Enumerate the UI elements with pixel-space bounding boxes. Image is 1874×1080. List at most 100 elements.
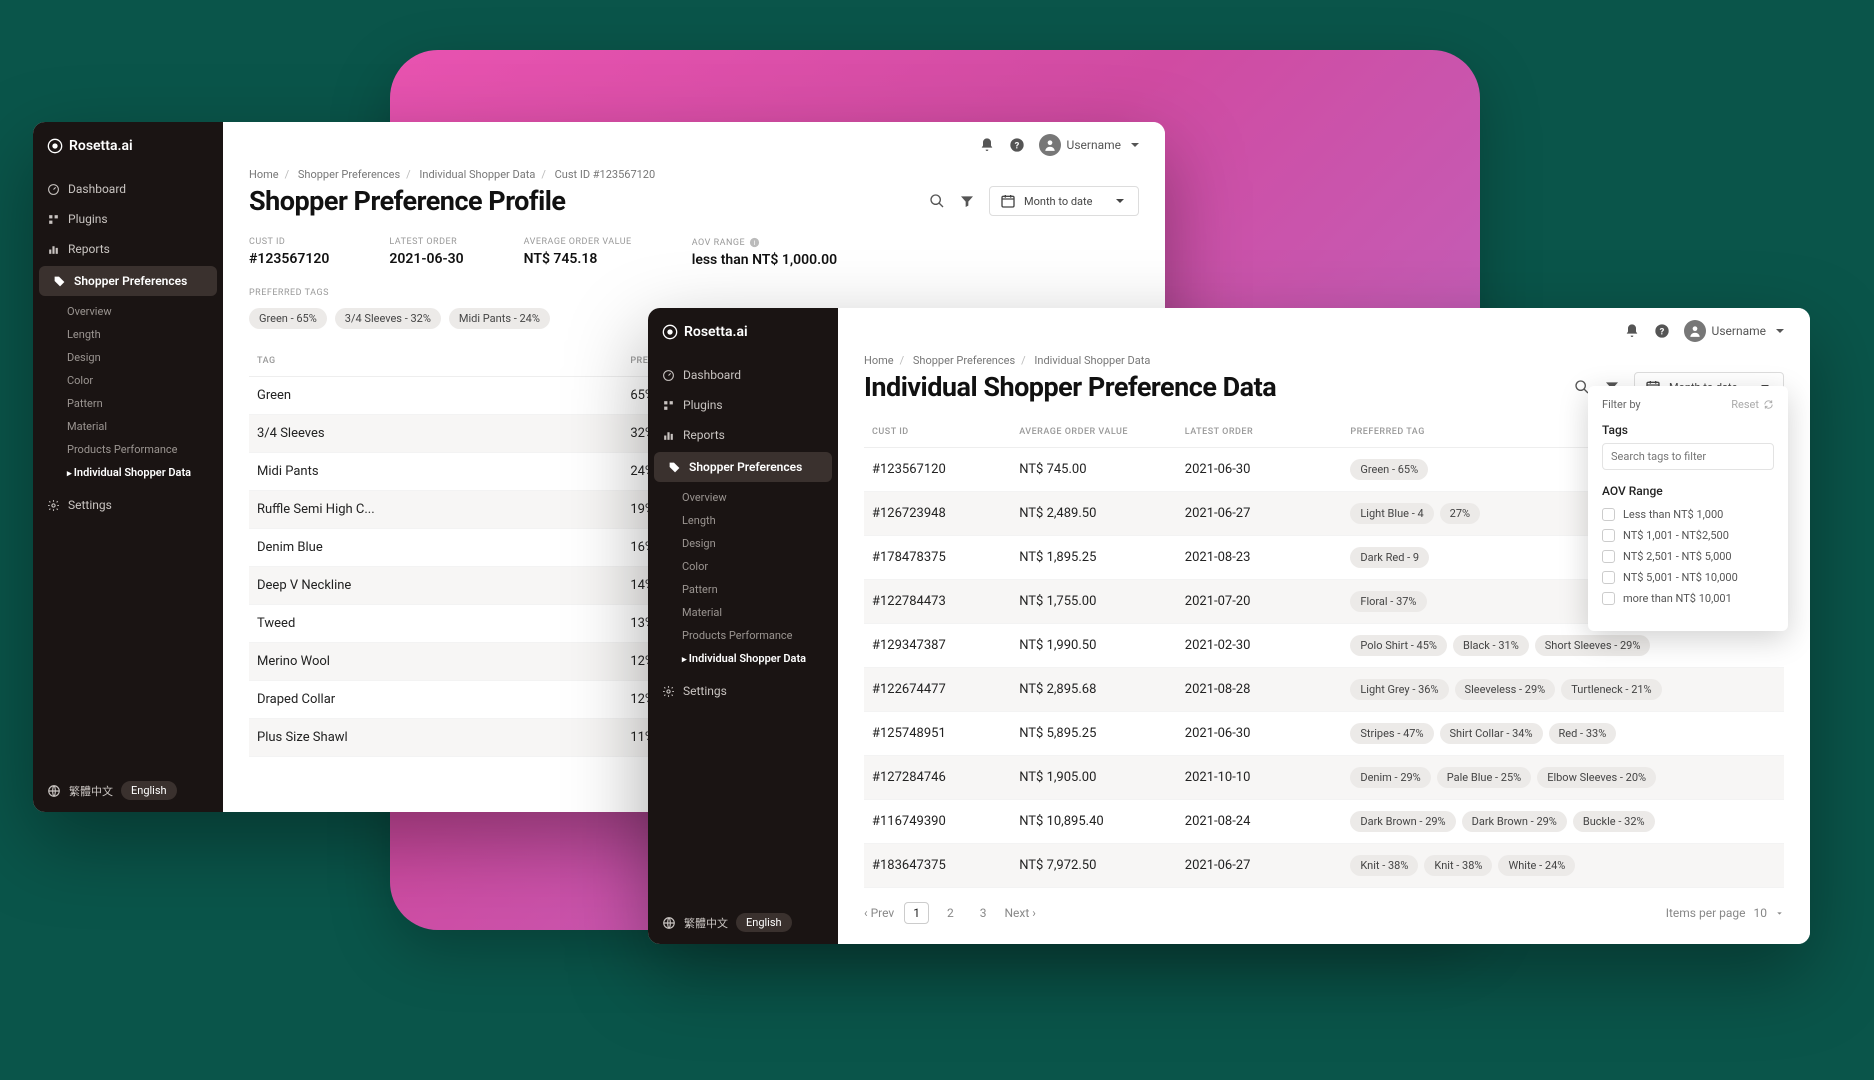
nav-plugins[interactable]: Plugins [648, 390, 838, 420]
table-row[interactable]: #127284746NT$ 1,905.002021-10-10Denim - … [864, 756, 1784, 800]
tag-chip[interactable]: Pale Blue - 25% [1437, 767, 1531, 788]
prev-button[interactable]: ‹ Prev [864, 906, 894, 920]
nav-settings[interactable]: Settings [33, 490, 223, 520]
lang-zh[interactable]: 繁體中文 [69, 783, 113, 799]
tag-chip[interactable]: Turtleneck - 21% [1561, 679, 1661, 700]
filter-icon[interactable] [959, 193, 975, 209]
tag-chip[interactable]: Short Sleeves - 29% [1535, 635, 1651, 656]
subnav-material[interactable]: Material [63, 415, 223, 438]
crumb[interactable]: Shopper Preferences [913, 354, 1015, 367]
search-icon[interactable] [929, 193, 945, 209]
filter-option[interactable]: NT$ 2,501 - NT$ 5,000 [1602, 546, 1774, 567]
tag-chip[interactable]: Denim - 29% [1350, 767, 1430, 788]
crumb[interactable]: Individual Shopper Data [419, 168, 535, 181]
tag-chip[interactable]: Floral - 37% [1350, 591, 1426, 612]
tag-chip[interactable]: 27% [1440, 503, 1480, 524]
tag-chip[interactable]: Red - 33% [1549, 723, 1617, 744]
tag-chip[interactable]: White - 24% [1498, 855, 1575, 876]
nav-shopper-preferences[interactable]: Shopper Preferences [654, 452, 832, 482]
tag-chip[interactable]: Knit - 38% [1350, 855, 1418, 876]
page-2[interactable]: 2 [939, 903, 962, 923]
nav-reports[interactable]: Reports [648, 420, 838, 450]
cell-aov: NT$ 1,895.25 [1011, 536, 1177, 580]
checkbox[interactable] [1602, 550, 1615, 563]
nav-shopper-preferences[interactable]: Shopper Preferences [39, 266, 217, 296]
col-aov[interactable]: AVERAGE ORDER VALUE [1011, 417, 1177, 448]
bell-icon[interactable] [1624, 323, 1640, 339]
help-icon[interactable]: ? [1009, 137, 1025, 153]
tag-chip[interactable]: Green - 65% [1350, 459, 1428, 480]
subnav-material[interactable]: Material [678, 601, 838, 624]
tag-chip[interactable]: Green - 65% [249, 308, 327, 329]
page-3[interactable]: 3 [972, 903, 995, 923]
topbar: ? Username [223, 122, 1165, 168]
nav-reports[interactable]: Reports [33, 234, 223, 264]
subnav-overview[interactable]: Overview [63, 300, 223, 323]
tag-search-input[interactable] [1602, 443, 1774, 470]
nav-plugins[interactable]: Plugins [33, 204, 223, 234]
subnav-length[interactable]: Length [678, 509, 838, 532]
nav-settings[interactable]: Settings [648, 676, 838, 706]
col-latest[interactable]: LATEST ORDER [1177, 417, 1343, 448]
table-row[interactable]: #116749390NT$ 10,895.402021-08-24Dark Br… [864, 800, 1784, 844]
checkbox[interactable] [1602, 508, 1615, 521]
lang-en[interactable]: English [736, 913, 792, 932]
filter-option[interactable]: more than NT$ 10,001 [1602, 588, 1774, 609]
tag-chip[interactable]: Sleeveless - 29% [1455, 679, 1556, 700]
date-picker[interactable]: Month to date [989, 186, 1139, 216]
next-button[interactable]: Next › [1004, 906, 1035, 920]
subnav-color[interactable]: Color [678, 555, 838, 578]
subnav-individual-shopper-data[interactable]: Individual Shopper Data [63, 461, 223, 484]
lang-zh[interactable]: 繁體中文 [684, 915, 728, 931]
info-icon[interactable]: i [749, 237, 760, 248]
tag-chip[interactable]: Buckle - 32% [1573, 811, 1655, 832]
checkbox[interactable] [1602, 529, 1615, 542]
crumb[interactable]: Home [249, 168, 279, 181]
nav-dashboard[interactable]: Dashboard [648, 360, 838, 390]
checkbox[interactable] [1602, 571, 1615, 584]
lang-en[interactable]: English [121, 781, 177, 800]
subnav-pattern[interactable]: Pattern [63, 392, 223, 415]
subnav-design[interactable]: Design [678, 532, 838, 555]
table-row[interactable]: #183647375NT$ 7,972.502021-06-27Knit - 3… [864, 844, 1784, 888]
tag-chip[interactable]: 3/4 Sleeves - 32% [335, 308, 441, 329]
filter-reset[interactable]: Reset [1731, 398, 1774, 411]
nav-dashboard[interactable]: Dashboard [33, 174, 223, 204]
table-row[interactable]: #125748951NT$ 5,895.252021-06-30Stripes … [864, 712, 1784, 756]
subnav-products-performance[interactable]: Products Performance [678, 624, 838, 647]
tag-chip[interactable]: Polo Shirt - 45% [1350, 635, 1447, 656]
user-menu[interactable]: Username [1039, 134, 1143, 156]
tag-chip[interactable]: Shirt Collar - 34% [1440, 723, 1543, 744]
checkbox[interactable] [1602, 592, 1615, 605]
items-per-page[interactable]: Items per page 10 [1666, 906, 1784, 920]
tag-chip[interactable]: Elbow Sleeves - 20% [1537, 767, 1656, 788]
tag-chip[interactable]: Knit - 38% [1424, 855, 1492, 876]
tag-chip[interactable]: Light Grey - 36% [1350, 679, 1448, 700]
subnav-pattern[interactable]: Pattern [678, 578, 838, 601]
bell-icon[interactable] [979, 137, 995, 153]
filter-option[interactable]: NT$ 5,001 - NT$ 10,000 [1602, 567, 1774, 588]
subnav-products-performance[interactable]: Products Performance [63, 438, 223, 461]
tag-chip[interactable]: Dark Brown - 29% [1462, 811, 1567, 832]
col-cust-id[interactable]: CUST ID [864, 417, 1011, 448]
tag-chip[interactable]: Black - 31% [1453, 635, 1529, 656]
subnav-color[interactable]: Color [63, 369, 223, 392]
filter-option[interactable]: NT$ 1,001 - NT$2,500 [1602, 525, 1774, 546]
help-icon[interactable]: ? [1654, 323, 1670, 339]
tag-chip[interactable]: Midi Pants - 24% [449, 308, 550, 329]
tag-chip[interactable]: Light Blue - 4 [1350, 503, 1433, 524]
subnav-overview[interactable]: Overview [678, 486, 838, 509]
tag-chip[interactable]: Dark Red - 9 [1350, 547, 1429, 568]
subnav-design[interactable]: Design [63, 346, 223, 369]
subnav-individual-shopper-data[interactable]: Individual Shopper Data [678, 647, 838, 670]
table-row[interactable]: #122674477NT$ 2,895.682021-08-28Light Gr… [864, 668, 1784, 712]
crumb[interactable]: Shopper Preferences [298, 168, 400, 181]
filter-option[interactable]: Less than NT$ 1,000 [1602, 504, 1774, 525]
col-tag[interactable]: TAG [249, 345, 622, 377]
subnav-length[interactable]: Length [63, 323, 223, 346]
crumb[interactable]: Home [864, 354, 894, 367]
page-1[interactable]: 1 [904, 902, 929, 924]
user-menu[interactable]: Username [1684, 320, 1788, 342]
tag-chip[interactable]: Stripes - 47% [1350, 723, 1433, 744]
tag-chip[interactable]: Dark Brown - 29% [1350, 811, 1455, 832]
